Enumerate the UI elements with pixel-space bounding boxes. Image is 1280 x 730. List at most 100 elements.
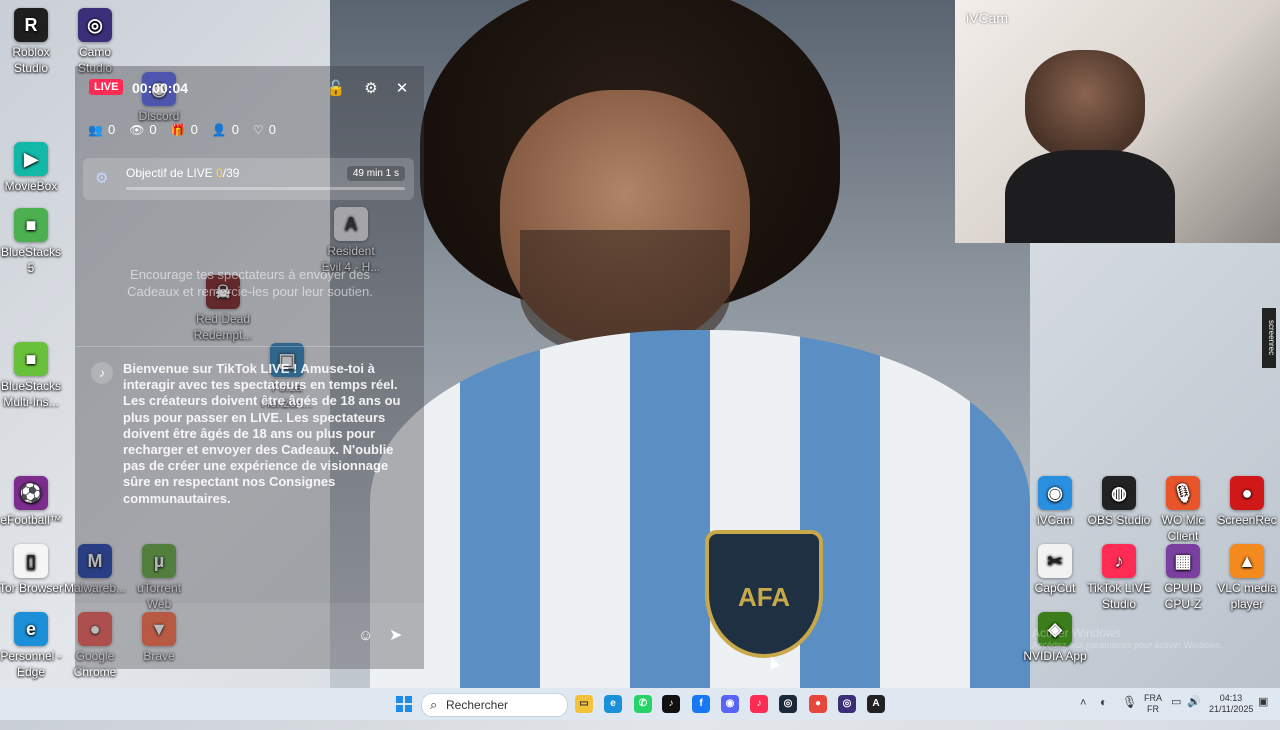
- desktop-icon-label: TikTok LIVE Studio: [1087, 581, 1151, 611]
- desktop-icon-womic[interactable]: 🎙 WO Mic Client: [1150, 476, 1216, 544]
- stat-follow: 👤 0: [212, 122, 239, 137]
- language-indicator[interactable]: FRA FR: [1144, 693, 1162, 725]
- desktop-icon-capcut[interactable]: ✂ CapCut: [1022, 544, 1088, 596]
- edge-icon: e: [14, 612, 48, 646]
- taskbar-file-explorer-icon[interactable]: ▭: [575, 695, 593, 713]
- desktop-icon-label: BlueStacks 5: [0, 245, 62, 275]
- desktop-icon-label: iVCam: [1036, 513, 1073, 527]
- womic-icon: 🎙: [1166, 476, 1200, 510]
- desktop-icon-bluestacks[interactable]: ■ BlueStacks 5: [0, 208, 64, 276]
- taskbar-resident-evil-icon[interactable]: A: [867, 695, 885, 713]
- desktop-icon-label: CapCut: [1034, 581, 1076, 595]
- desktop-icon-label: eFootball™: [0, 513, 62, 527]
- webcam-person-head: [1025, 50, 1145, 160]
- desktop-icon-edge[interactable]: e Personnel - Edge: [0, 612, 64, 680]
- close-icon[interactable]: ✕: [392, 79, 412, 99]
- notification-icon[interactable]: ▣: [1258, 697, 1268, 729]
- stat-value: 0: [149, 122, 157, 137]
- screenrec-side-tag[interactable]: screenrec: [1262, 308, 1276, 368]
- desktop-icon-screenrec[interactable]: ● ScreenRec: [1214, 476, 1280, 528]
- taskbar-camo-icon[interactable]: ◎: [838, 695, 856, 713]
- gift-icon: 🎁: [170, 122, 186, 137]
- taskbar-search[interactable]: ⌕ Rechercher: [421, 693, 568, 717]
- live-panel-header: LIVE 00:00:04 🔓 ⚙ ✕: [75, 66, 424, 110]
- taskbar-steam-icon[interactable]: ◎: [779, 695, 797, 713]
- desktop-icon-label: BlueStacks Multi-Ins...: [0, 379, 62, 409]
- eye-icon: 👁: [129, 122, 145, 137]
- desktop-icon-roblox[interactable]: R Roblox Studio: [0, 8, 64, 76]
- desktop-icon-ivcam[interactable]: ◉ iVCam: [1022, 476, 1088, 528]
- welcome-message: Bienvenue sur TikTok LIVE ! Amuse-toi à …: [123, 361, 401, 506]
- desktop-icon-label: MovieBox: [4, 179, 58, 193]
- tray-overflow-icon[interactable]: ˄: [1080, 698, 1086, 730]
- desktop-icon-label: OBS Studio: [1087, 513, 1151, 527]
- goal-time: 49 min 1 s: [346, 166, 405, 181]
- stat-value: 0: [107, 122, 116, 137]
- bluestacks-icon: ■: [14, 208, 48, 242]
- screenrec-icon: ●: [1230, 476, 1264, 510]
- camo-icon: ◎: [78, 8, 112, 42]
- webcam-preview: iVCam: [955, 0, 1280, 243]
- desktop-icon-efootball[interactable]: ⚽ eFootball™: [0, 476, 64, 528]
- bluetooth-icon[interactable]: ◐: [1100, 696, 1107, 729]
- start-button[interactable]: [396, 696, 412, 712]
- live-timer: 00:00:04: [132, 80, 189, 96]
- stat-value: 0: [231, 122, 240, 137]
- settings-icon[interactable]: ⚙: [361, 79, 381, 99]
- taskbar-discord-icon[interactable]: ◉: [721, 695, 739, 713]
- ivcam-icon: ◉: [1038, 476, 1072, 510]
- stat-gift: 🎁 0: [171, 122, 198, 137]
- afa-badge: AFA: [705, 530, 823, 658]
- microphone-icon[interactable]: 🎙: [1122, 696, 1137, 729]
- taskbar-whatsapp-icon[interactable]: ✆: [634, 695, 652, 713]
- taskbar-tiktok-icon[interactable]: ♪: [662, 695, 680, 713]
- desktop-icon-tiktok-live[interactable]: ♪ TikTok LIVE Studio: [1086, 544, 1152, 612]
- network-icon[interactable]: ▭: [1171, 697, 1181, 729]
- emoji-icon[interactable]: ☺: [358, 627, 373, 644]
- cpuz-icon: ▦: [1166, 544, 1200, 578]
- desktop-icon-label: Tor Browser: [0, 581, 63, 595]
- taskbar-chrome-icon[interactable]: ●: [809, 695, 827, 713]
- tiktok-icon: ♪: [91, 362, 113, 384]
- windows-activation-watermark: Activer Windows Accédez aux paramètres p…: [1032, 626, 1223, 650]
- photo-shirt: [370, 330, 1030, 688]
- chat-input-bar[interactable]: ☺ ➤: [75, 603, 424, 669]
- search-icon: ⌕: [430, 697, 438, 712]
- live-goal-card[interactable]: ⚙ Objectif de LIVE 0/39 49 min 1 s: [83, 158, 414, 200]
- taskbar: ⌕ Rechercher ▭ e ✆ ♪ f ◉ ♪ ◎ ● ◎ A ˄ ◐ 🎙 FRA FR ▭ 🔊…: [0, 688, 1280, 720]
- stat-value: 0: [190, 122, 198, 137]
- webcam-person-body: [1005, 150, 1175, 243]
- desktop-icon-bluestacks-multi[interactable]: ■ BlueStacks Multi-Ins...: [0, 342, 64, 410]
- goal-icon: ⚙: [95, 170, 109, 187]
- desktop-icon-tor[interactable]: ▯ Tor Browser: [0, 544, 64, 596]
- capcut-icon: ✂: [1038, 544, 1072, 578]
- clock[interactable]: 04:13 21/11/2025: [1209, 693, 1253, 725]
- gift-encourage-text: Encourage tes spectateurs à envoyer des …: [127, 267, 373, 299]
- follow-icon: 👤: [211, 122, 227, 137]
- desktop-icon-vlc[interactable]: ▲ VLC media player: [1214, 544, 1280, 612]
- heart-icon: ♡: [253, 122, 264, 137]
- viewers-icon: 👥: [88, 122, 103, 137]
- send-icon[interactable]: ➤: [389, 625, 402, 645]
- lock-icon[interactable]: 🔓: [326, 79, 346, 99]
- tiktok-live-icon: ♪: [1102, 544, 1136, 578]
- desktop-icon-label: ScreenRec: [1217, 513, 1277, 527]
- desktop-icon-label: Personnel - Edge: [0, 649, 62, 679]
- taskbar-edge-icon[interactable]: e: [604, 695, 622, 713]
- volume-icon[interactable]: 🔊: [1187, 697, 1201, 729]
- chat-divider: [75, 346, 424, 347]
- live-badge: LIVE: [89, 79, 124, 95]
- desktop-icon-cpuz[interactable]: ▦ CPUID CPU-Z: [1150, 544, 1216, 612]
- desktop-icon-moviebox[interactable]: ▶ MovieBox: [0, 142, 64, 194]
- desktop-icon-label: VLC media player: [1217, 581, 1277, 611]
- tor-icon: ▯: [14, 544, 48, 578]
- taskbar-facebook-icon[interactable]: f: [692, 695, 710, 713]
- desktop-icon-obs[interactable]: ◍ OBS Studio: [1086, 476, 1152, 528]
- goal-title: Objectif de LIVE 0/39: [126, 166, 240, 180]
- stat-eye: 👁 0: [129, 122, 156, 137]
- roblox-icon: R: [14, 8, 48, 42]
- live-stats: 👥 0 👁 0 🎁 0 👤 0 ♡ 0: [88, 122, 276, 137]
- desktop-icon-label: WO Mic Client: [1161, 513, 1205, 543]
- taskbar-tiktok-live-icon[interactable]: ♪: [750, 695, 768, 713]
- wallpaper-photo: AFA: [330, 0, 1030, 688]
